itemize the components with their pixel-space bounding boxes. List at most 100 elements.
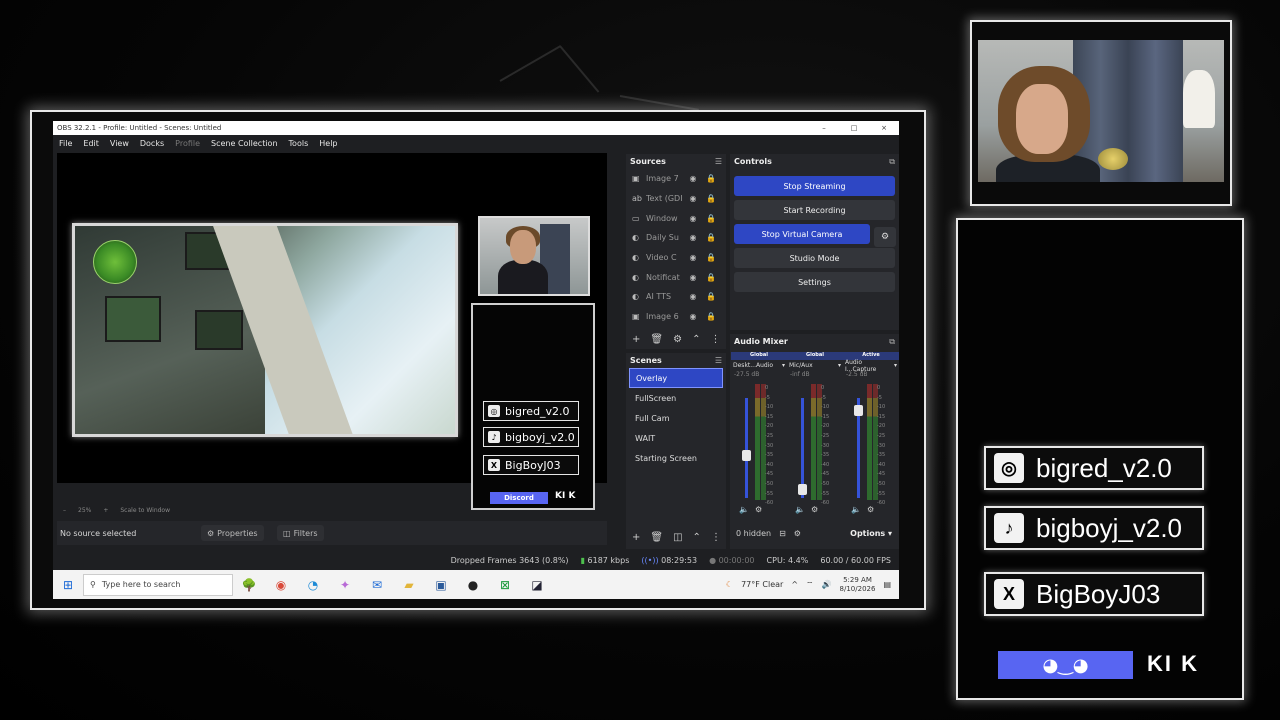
scene-item[interactable]: Full Cam — [629, 408, 723, 428]
taskbar-search[interactable]: ⚲ Type here to search — [83, 573, 233, 596]
notification-icon[interactable]: ▤ — [883, 580, 891, 589]
outlook-icon[interactable]: ✉ — [361, 578, 393, 592]
obs-icon[interactable]: ● — [457, 578, 489, 592]
lock-icon[interactable]: 🔒 — [704, 273, 718, 282]
clock[interactable]: 5:29 AM 8/10/2026 — [840, 576, 876, 594]
scene-item[interactable]: Overlay — [629, 368, 723, 388]
menu-file[interactable]: File — [59, 139, 72, 148]
settings-button[interactable]: Settings — [734, 272, 895, 292]
edge-icon[interactable]: ◔ — [297, 578, 329, 592]
move-up-icon[interactable]: ⌃ — [692, 334, 700, 345]
scene-filter-icon[interactable]: ◫ — [673, 532, 682, 543]
channel-name[interactable]: Audio I...Capture ▾ — [843, 359, 899, 373]
options-button[interactable]: Options ▾ — [850, 529, 892, 538]
visibility-eye-icon[interactable]: ◉ — [686, 273, 700, 282]
more-icon[interactable]: ⋮ — [711, 532, 721, 543]
chevron-down-icon[interactable]: ▾ — [838, 362, 841, 369]
copilot-icon[interactable]: ✦ — [329, 578, 361, 592]
menu-help[interactable]: Help — [319, 139, 337, 148]
volume-slider-knob[interactable] — [854, 405, 863, 416]
virtual-camera-settings-icon[interactable]: ⚙ — [874, 227, 896, 247]
more-icon[interactable]: ⋮ — [710, 334, 720, 345]
menu-tools[interactable]: Tools — [289, 139, 309, 148]
filters-button[interactable]: ◫ Filters — [277, 525, 324, 541]
menu-icon[interactable]: ☰ — [715, 157, 722, 166]
game-icon[interactable]: ◪ — [521, 578, 553, 592]
weather-text[interactable]: 77°F Clear — [741, 580, 783, 589]
start-recording-button[interactable]: Start Recording — [734, 200, 895, 220]
remove-scene-icon[interactable]: 🗑 — [650, 532, 663, 543]
source-item[interactable]: ▭ Window ◉ 🔒 — [626, 208, 726, 228]
source-item[interactable]: ◐ Notificat ◉ 🔒 — [626, 267, 726, 287]
volume-slider[interactable] — [798, 398, 807, 498]
menu-scene-collection[interactable]: Scene Collection — [211, 139, 278, 148]
menu-view[interactable]: View — [110, 139, 129, 148]
stop-streaming-button[interactable]: Stop Streaming — [734, 176, 895, 196]
zoom-out-button[interactable]: – — [63, 507, 66, 514]
scene-item[interactable]: WAIT — [629, 428, 723, 448]
source-item[interactable]: ▣ Image 6 ◉ 🔒 — [626, 307, 726, 327]
popout-icon[interactable]: ⧉ — [889, 337, 895, 347]
menu-profile[interactable]: Profile — [175, 139, 200, 148]
volume-slider-knob[interactable] — [742, 450, 751, 461]
lock-icon[interactable]: 🔒 — [704, 214, 718, 223]
zoom-in-button[interactable]: + — [103, 507, 108, 514]
volume-slider-knob[interactable] — [798, 484, 807, 495]
source-item[interactable]: ab Text (GDI+) ◉ 🔒 — [626, 189, 726, 209]
close-button[interactable]: × — [869, 124, 899, 132]
properties-button[interactable]: ⚙ Properties — [201, 525, 264, 541]
speaker-icon[interactable]: 🔈 — [739, 505, 749, 514]
lock-icon[interactable]: 🔒 — [704, 233, 718, 242]
source-item[interactable]: ◐ Video C ◉ 🔒 — [626, 248, 726, 268]
minimize-button[interactable]: – — [809, 124, 839, 132]
chevron-down-icon[interactable]: ▾ — [894, 362, 897, 369]
channel-name[interactable]: Deskt...Audio ▾ — [731, 360, 787, 371]
volume-icon[interactable]: 🔊 — [822, 580, 832, 589]
channel-settings-icon[interactable]: ⚙ — [867, 505, 874, 514]
channel-settings-icon[interactable]: ⚙ — [755, 505, 762, 514]
tray-chevron-icon[interactable]: ^ — [791, 580, 798, 589]
source-item[interactable]: ◐ Daily Su ◉ 🔒 — [626, 228, 726, 248]
source-settings-icon[interactable]: ⚙ — [673, 334, 682, 345]
speaker-icon[interactable]: 🔈 — [795, 505, 805, 514]
channel-settings-icon[interactable]: ⚙ — [811, 505, 818, 514]
lock-icon[interactable]: 🔒 — [704, 292, 718, 301]
volume-slider[interactable] — [854, 398, 863, 498]
file-explorer-icon[interactable]: ▰ — [393, 578, 425, 592]
preview-canvas[interactable]: ◎ bigred_v2.0 ♪ bigboyj_v2.0 X BigBoyJ03… — [57, 153, 607, 510]
maximize-button[interactable]: □ — [839, 124, 869, 132]
remove-source-icon[interactable]: 🗑 — [650, 334, 663, 345]
visibility-eye-icon[interactable]: ◉ — [686, 174, 700, 183]
network-icon[interactable]: ⌔ — [806, 580, 814, 590]
menu-edit[interactable]: Edit — [83, 139, 99, 148]
visibility-eye-icon[interactable]: ◉ — [686, 194, 700, 203]
menu-icon[interactable]: ☰ — [715, 356, 722, 365]
visibility-eye-icon[interactable]: ◉ — [686, 214, 700, 223]
move-up-icon[interactable]: ⌃ — [693, 532, 701, 543]
lock-icon[interactable]: 🔒 — [704, 253, 718, 262]
chrome-icon[interactable]: ◉ — [265, 578, 297, 592]
visibility-eye-icon[interactable]: ◉ — [686, 253, 700, 262]
chevron-down-icon[interactable]: ▾ — [782, 362, 785, 369]
xbox-icon[interactable]: ⊠ — [489, 578, 521, 592]
visibility-eye-icon[interactable]: ◉ — [686, 292, 700, 301]
add-scene-icon[interactable]: + — [632, 532, 640, 543]
stop-virtual-camera-button[interactable]: Stop Virtual Camera — [734, 224, 870, 244]
scene-item[interactable]: FullScreen — [629, 388, 723, 408]
layout-icon[interactable]: ⊟ — [779, 529, 786, 538]
source-item[interactable]: ◐ AI TTS ◉ 🔒 — [626, 287, 726, 307]
mixer-settings-icon[interactable]: ⚙ — [794, 529, 801, 538]
speaker-icon[interactable]: 🔈 — [851, 505, 861, 514]
menu-docks[interactable]: Docks — [140, 139, 164, 148]
visibility-eye-icon[interactable]: ◉ — [686, 233, 700, 242]
windows-start-icon[interactable]: ⊞ — [53, 578, 83, 592]
channel-name[interactable]: Mic/Aux ▾ — [787, 360, 843, 371]
volume-slider[interactable] — [742, 398, 751, 498]
studio-mode-button[interactable]: Studio Mode — [734, 248, 895, 268]
visibility-eye-icon[interactable]: ◉ — [686, 312, 700, 321]
app-icon[interactable]: ▣ — [425, 578, 457, 592]
scale-mode-select[interactable]: Scale to Window — [120, 507, 170, 514]
lock-icon[interactable]: 🔒 — [704, 174, 718, 183]
scene-item[interactable]: Starting Screen — [629, 448, 723, 468]
add-source-icon[interactable]: + — [632, 334, 640, 345]
